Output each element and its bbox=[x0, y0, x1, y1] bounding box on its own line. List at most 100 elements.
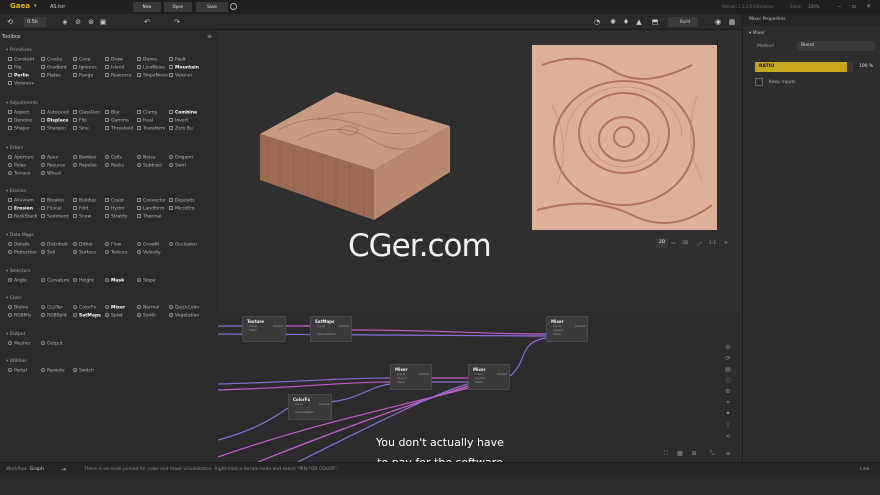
filter-icon[interactable]: ⌖ bbox=[724, 399, 732, 407]
node-port[interactable]: Visualization bbox=[295, 410, 314, 414]
graph-node[interactable]: Texture Input Seed Output bbox=[242, 316, 286, 342]
toolbox-item[interactable]: Distributi bbox=[41, 242, 68, 248]
toolbox-category[interactable]: Primitives bbox=[6, 48, 32, 53]
toolbox-item[interactable]: Snow bbox=[73, 214, 91, 220]
toolbox-item[interactable]: Mask bbox=[105, 278, 124, 284]
toolbox-item[interactable]: Biome bbox=[8, 305, 28, 311]
toolbox-item[interactable]: Origami bbox=[169, 155, 193, 161]
node-port[interactable]: Input bbox=[317, 324, 325, 328]
toolbox-category[interactable]: Data Maps bbox=[6, 233, 34, 238]
toolbox-item[interactable]: Denoise bbox=[8, 118, 32, 124]
toolbox-item[interactable]: Combine bbox=[169, 110, 197, 116]
build-button[interactable]: Build bbox=[668, 17, 698, 27]
toolbox-item[interactable]: AutoLevel bbox=[41, 110, 69, 116]
toolbox-item[interactable]: Igneous bbox=[73, 65, 97, 71]
toolbox-item[interactable]: Wheel bbox=[41, 171, 61, 177]
toolbox-item[interactable]: Slope bbox=[137, 278, 156, 284]
toolbox-item[interactable]: Sine bbox=[73, 126, 89, 132]
toolbox-item[interactable]: Fault bbox=[169, 57, 186, 63]
toolbox-item[interactable]: Landform bbox=[137, 206, 164, 212]
toolbox-item[interactable]: Angle bbox=[8, 278, 27, 284]
resolution-select[interactable]: 0.5k bbox=[24, 17, 46, 27]
toolbox-item[interactable]: Island bbox=[105, 65, 124, 71]
toolbox-item[interactable]: Perlin bbox=[8, 73, 29, 79]
toolbox-item[interactable]: Deposits bbox=[169, 198, 195, 204]
ratio-value[interactable]: 100 % bbox=[859, 64, 873, 69]
toolbox-item[interactable]: Heal bbox=[137, 118, 153, 124]
toolbox-item[interactable]: QuickColor bbox=[169, 305, 199, 311]
toolbox-item[interactable]: Vegetation bbox=[169, 313, 199, 319]
toolbox-item[interactable]: Growth bbox=[137, 242, 159, 248]
toolbox-item[interactable]: RGBMix bbox=[8, 313, 32, 319]
grid-snap-icon[interactable]: ⊞ bbox=[690, 450, 698, 458]
ratio-slider-track[interactable] bbox=[847, 62, 853, 72]
toolbox-item[interactable]: Details bbox=[8, 242, 30, 248]
menu-icon[interactable]: ≡ bbox=[724, 241, 728, 246]
mountain-icon[interactable]: ▲ bbox=[634, 17, 644, 27]
open-button[interactable]: Open bbox=[164, 2, 192, 12]
toolbox-item[interactable]: Voronoi+ bbox=[8, 81, 35, 87]
collapse-icon[interactable]: ⤡ bbox=[708, 450, 716, 458]
toolbox-item[interactable]: Convector bbox=[137, 198, 166, 204]
toolbox-item[interactable]: Swirl bbox=[169, 163, 186, 169]
toolbox-item[interactable]: Dither bbox=[73, 242, 93, 248]
node-port[interactable]: Mask bbox=[553, 332, 561, 336]
toolbox-item[interactable]: ColorFx bbox=[73, 305, 96, 311]
node-port[interactable]: Input bbox=[295, 402, 303, 406]
toolbox-item[interactable]: Pulse bbox=[8, 163, 26, 169]
toolbox-item[interactable]: Portal bbox=[8, 368, 27, 374]
toolbox-item[interactable]: Splat bbox=[105, 313, 123, 319]
toolbox-item[interactable]: Hydro bbox=[105, 206, 124, 212]
toolbox-item[interactable]: Displace bbox=[41, 118, 68, 124]
toolbox-item[interactable]: Erosion bbox=[8, 206, 33, 212]
close-icon[interactable]: ✕ bbox=[866, 3, 871, 10]
toolbox-category[interactable]: Utilities bbox=[6, 359, 27, 364]
toolbox-item[interactable]: Range bbox=[73, 73, 93, 79]
view-2d-toggle[interactable]: 2D bbox=[656, 238, 668, 248]
status-right[interactable]: Link bbox=[860, 467, 869, 472]
cycle-icon[interactable]: ⟳ bbox=[724, 355, 732, 363]
settings-icon[interactable]: ⚙ bbox=[724, 344, 732, 352]
toolbox-item[interactable]: Blur bbox=[105, 110, 120, 116]
toolbox-category[interactable]: Output bbox=[6, 332, 26, 337]
arrow-icon[interactable]: ⇥ bbox=[61, 466, 66, 473]
graph-node[interactable]: Mixer Input Layer1 Mask Output bbox=[468, 364, 510, 390]
compass-icon[interactable]: ⊘ bbox=[73, 17, 83, 27]
toolbox-item[interactable]: Noise bbox=[137, 155, 155, 161]
toolbox-item[interactable]: Mixer bbox=[105, 305, 125, 311]
toolbox-item[interactable]: Mountain bbox=[169, 65, 199, 71]
toolbox-item[interactable]: Terrace bbox=[8, 171, 30, 177]
toolbox-item[interactable]: Cracks bbox=[41, 57, 62, 63]
star-icon[interactable]: ✦ bbox=[724, 410, 732, 418]
new-button[interactable]: New bbox=[133, 2, 161, 12]
toolbox-item[interactable]: Apex bbox=[41, 155, 58, 161]
export-icon[interactable]: ⬒ bbox=[650, 17, 660, 27]
save-button[interactable]: Save bbox=[196, 2, 228, 12]
toolbox-item[interactable]: Clamp bbox=[137, 110, 157, 116]
toolbox-item[interactable]: Cells bbox=[105, 155, 122, 161]
lasso-icon[interactable]: ⟟ bbox=[724, 422, 732, 430]
node-port[interactable]: Visualization bbox=[317, 332, 336, 336]
toolbox-item[interactable]: CLUTer bbox=[41, 305, 62, 311]
toolbox-item[interactable]: Velocity bbox=[137, 250, 161, 256]
toolbox-item[interactable]: Soil bbox=[41, 250, 55, 256]
toolbox-item[interactable]: Bomber bbox=[73, 155, 97, 161]
toolbox-item[interactable]: Stratify bbox=[105, 214, 127, 220]
refresh-icon[interactable]: ⟲ bbox=[5, 17, 15, 27]
toolbox-item[interactable]: Height bbox=[73, 278, 94, 284]
toolbox-item[interactable]: Transform bbox=[137, 126, 165, 132]
fit-icon[interactable]: ▭ bbox=[671, 241, 675, 246]
toolbox-item[interactable]: Normal bbox=[137, 305, 159, 311]
graph-node[interactable]: ColorFx Input Output Visualization bbox=[288, 394, 332, 420]
toolbox-item[interactable]: Subtract bbox=[137, 163, 162, 169]
redo-icon[interactable]: ↷ bbox=[172, 17, 182, 27]
toolbox-category[interactable]: Filters bbox=[6, 146, 24, 151]
keep-inputs-checkbox[interactable] bbox=[755, 78, 763, 86]
toolbox-item[interactable]: File bbox=[8, 65, 22, 71]
toolbox-item[interactable]: Gamma bbox=[105, 118, 129, 124]
toolbox-item[interactable]: Reroute bbox=[41, 368, 65, 374]
workflow-select[interactable]: Graph bbox=[30, 467, 44, 472]
toolbox-item[interactable]: Alluvium bbox=[8, 198, 34, 204]
graph-node[interactable]: Mixer Input Layer1 Mask Output bbox=[390, 364, 432, 390]
node-port[interactable]: Output bbox=[273, 324, 283, 328]
